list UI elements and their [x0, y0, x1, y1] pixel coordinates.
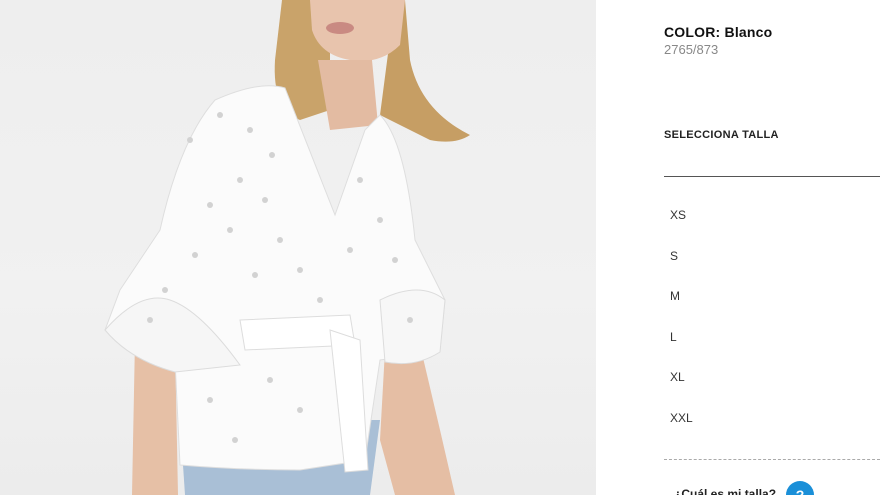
product-info-panel: COLOR: Blanco 2765/873 SELECCIONA TALLA …	[596, 0, 880, 495]
product-image[interactable]	[0, 0, 596, 495]
size-option-s[interactable]: S	[664, 241, 880, 282]
color-line: COLOR: Blanco	[664, 24, 772, 40]
dashed-divider	[664, 459, 880, 460]
product-reference: 2765/873	[664, 42, 719, 57]
size-selector-title: SELECCIONA TALLA	[664, 129, 779, 141]
size-option-xl[interactable]: XL	[664, 362, 880, 403]
size-option-l[interactable]: L	[664, 322, 880, 363]
size-option-m[interactable]: M	[664, 281, 880, 322]
divider	[664, 176, 880, 177]
color-value: Blanco	[724, 24, 773, 40]
help-icon[interactable]: ?	[786, 481, 815, 495]
size-option-xxl[interactable]: XXL	[664, 403, 880, 444]
size-help-text[interactable]: ¿Cuál es mi talla?	[674, 487, 776, 495]
color-label: COLOR:	[664, 24, 721, 40]
model-illustration	[104, 0, 470, 495]
size-help-link[interactable]: ¿Cuál es mi talla? ?	[674, 479, 815, 495]
size-option-xs[interactable]: XS	[664, 200, 880, 241]
size-list: XS S M L XL XXL	[664, 200, 880, 444]
